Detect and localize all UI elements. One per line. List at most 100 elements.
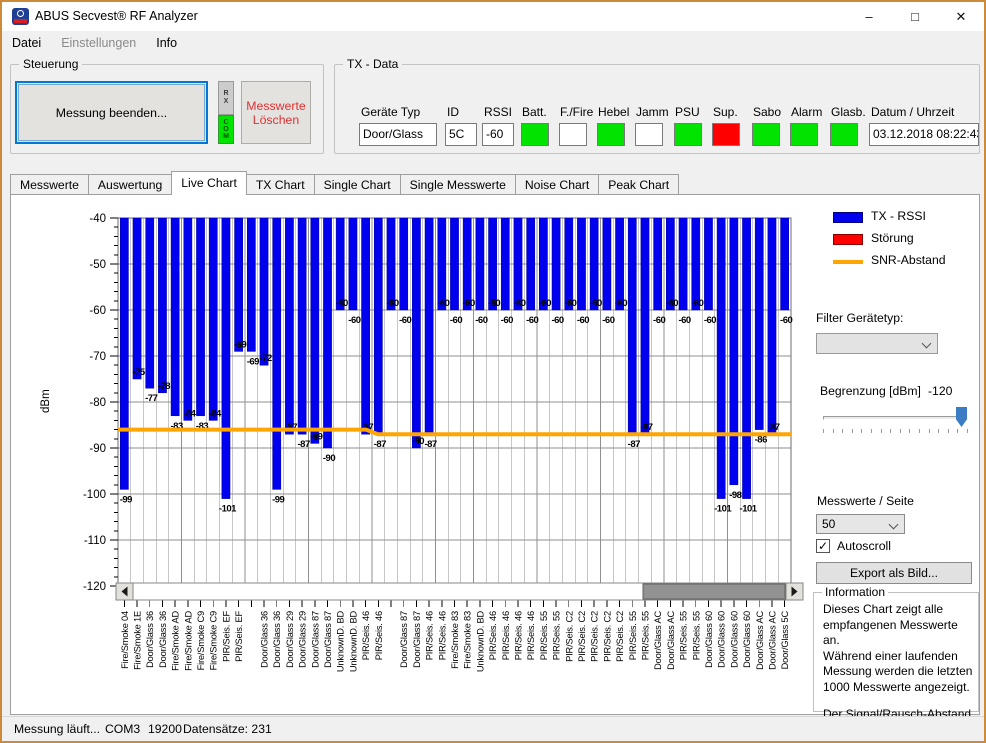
bar [615,218,623,310]
x-axis-label: PIR/Seis. C2 [564,611,574,662]
bar [400,218,408,310]
information-line: Während einer laufenden [823,649,973,665]
x-axis-label: Door/Glass 5C [780,611,790,670]
tab-noise-chart[interactable]: Noise Chart [515,174,599,195]
tab-tx-chart[interactable]: TX Chart [246,174,315,195]
begrenzung-label: Begrenzung [dBm] [820,384,921,398]
bar-value-label: -87 [640,422,652,433]
bar-value-label: -60 [564,298,576,309]
tx-field-0: Door/Glass [359,123,437,146]
tab-peak-chart[interactable]: Peak Chart [598,174,679,195]
bar [552,218,560,310]
x-axis-label: UnknownD. BD [475,611,485,673]
tab-single-messwerte[interactable]: Single Messwerte [400,174,516,195]
x-axis-label: Door/Glass 60 [717,611,727,668]
bar-value-label: -75 [132,367,145,378]
x-axis-label: PIR/Seis. 55 [628,611,638,660]
y-axis-title: dBm [40,389,52,413]
filter-geraetetyp-select[interactable] [816,333,938,354]
x-axis-label: Door/Glass 87 [399,611,409,668]
maximize-button[interactable]: □ [892,2,938,31]
bar-value-label: -101 [219,504,237,515]
bar-value-label: -101 [740,504,758,515]
messwerte-seite-select[interactable]: 50 [816,514,905,534]
slider-tick [967,429,968,433]
tab-messwerte[interactable]: Messwerte [10,174,89,195]
bar-value-label: -84 [209,408,222,419]
x-axis-label: Door/Glass AC [767,611,777,670]
menu-item-einstellungen[interactable]: Einstellungen [51,31,146,56]
scrollbar-thumb[interactable] [643,584,785,599]
bar [717,218,725,499]
check-icon: ✓ [818,539,828,553]
bar [247,218,255,351]
minimize-button[interactable]: – [846,2,892,31]
bar [120,218,128,489]
x-axis-label: Fire/Smoke C9 [209,611,219,670]
x-axis-label: Fire/Smoke AD [183,611,193,671]
bar-value-label: -60 [666,298,678,309]
slider-tick [871,429,872,433]
begrenzung-slider-track[interactable] [823,416,967,420]
tx-label-2: RSSI [484,105,512,119]
tx-indicator-label-3: Jamm [636,105,669,119]
bar [755,218,763,430]
tx-datetime-label: Datum / Uhrzeit [871,105,954,119]
y-tick-label: -100 [83,489,106,501]
stop-measurement-button[interactable]: Messung beenden... [15,81,208,144]
bar [476,218,484,310]
bar-value-label: -60 [450,315,462,326]
bar-value-label: -60 [678,315,690,326]
bar-value-label: -60 [463,298,475,309]
menu-bar: DateiEinstellungenInfo [2,31,984,57]
x-axis-label: PIR/Seis. 55 [679,611,689,660]
export-als-bild-button[interactable]: Export als Bild... [816,562,972,584]
x-axis-label: PIR/Seis. C2 [602,611,612,662]
slider-tick [919,429,920,433]
tx-status-indicator-7 [790,123,818,146]
bar-value-label: -60 [590,298,602,309]
bar-value-label: -60 [653,315,665,326]
magnifier-icon [17,10,24,17]
bar [654,218,662,310]
menu-item-datei[interactable]: Datei [2,31,51,56]
bar [146,218,154,388]
tab-strip: MesswerteAuswertungLive ChartTX ChartSin… [10,171,678,195]
tab-single-chart[interactable]: Single Chart [314,174,401,195]
com-indicator: COM [218,115,234,144]
bar [285,218,293,434]
bar [209,218,217,420]
bar-value-label: -60 [615,298,627,309]
tab-auswertung[interactable]: Auswertung [88,174,172,195]
bar-value-label: -87 [628,439,640,450]
title-bar: ABUS Secvest® RF Analyzer – □ ✕ [2,2,984,31]
bar-value-label: -99 [272,494,284,505]
information-title: Information [822,585,888,599]
bar-value-label: -78 [158,381,170,392]
bar [362,218,370,434]
legend-label: Störung [871,231,914,245]
close-button[interactable]: ✕ [938,2,984,31]
window-title: ABUS Secvest® RF Analyzer [35,2,198,31]
delete-measurements-button[interactable]: Messwerte Löschen [241,81,311,144]
information-groupbox: Information Dieses Chart zeigt alleempfa… [813,592,979,712]
bar [412,218,420,448]
status-item-3: Datensätze: 231 [183,722,272,736]
x-axis-label: Door/Glass 60 [704,611,714,668]
bar [692,218,700,310]
legend-line-swatch [833,260,863,264]
bar [539,218,547,310]
x-axis-label: PIR/Seis. C2 [615,611,625,662]
information-line: Dieses Chart zeigt alle [823,602,973,618]
tab-live-chart[interactable]: Live Chart [171,171,247,195]
x-axis-label: PIR/Seis. 55 [539,611,549,660]
autoscroll-checkbox[interactable]: ✓ [816,539,830,553]
tx-label-1: ID [447,105,459,119]
tx-field-2: -60 [482,123,514,146]
bar-value-label: -60 [539,298,551,309]
bar [603,218,611,310]
x-axis-label: Fire/Smoke 83 [450,611,460,669]
information-line: 1000 Messwerte angezeigt. [823,680,973,696]
tx-indicator-label-0: Batt. [522,105,547,119]
menu-item-info[interactable]: Info [146,31,187,56]
